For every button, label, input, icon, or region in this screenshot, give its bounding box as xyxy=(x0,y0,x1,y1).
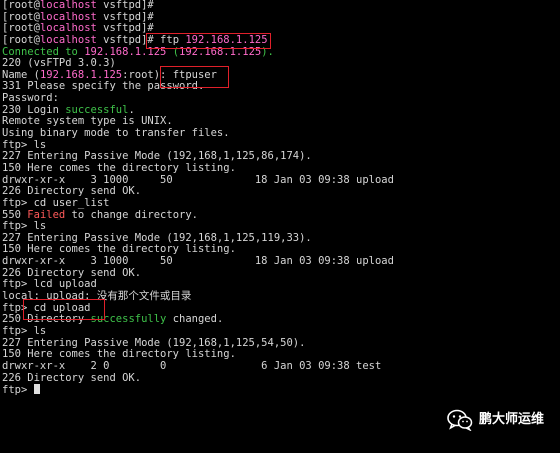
terminal-line: Using binary mode to transfer files. xyxy=(2,127,394,140)
highlight-box-username xyxy=(160,66,229,88)
terminal-text: ftp> ls xyxy=(2,138,47,151)
terminal-text: 227 Entering Passive Mode (192,168,1,125… xyxy=(2,231,312,244)
terminal-text: Using binary mode to transfer files. xyxy=(2,127,230,140)
terminal-text: 226 Directory send OK. xyxy=(2,371,142,384)
terminal-text: ftp> ls xyxy=(2,324,47,337)
terminal-text: 150 Here comes the directory listing. xyxy=(2,348,236,361)
terminal-text: ftp> lcd upload xyxy=(2,278,97,291)
terminal-text: vsftpd]# xyxy=(96,0,154,11)
terminal-text: ftp> ls xyxy=(2,220,47,233)
terminal-text: drwxr-xr-x 2 0 0 6 Jan 03 09:38 test xyxy=(2,359,382,372)
terminal-line: 226 Directory send OK. xyxy=(2,371,394,385)
terminal-text: localhost xyxy=(39,22,97,35)
wechat-icon xyxy=(447,409,473,431)
terminal-text: [root@ xyxy=(2,0,40,11)
terminal-output: [root@localhost vsftpd]# [root@localhost … xyxy=(2,0,394,396)
watermark-text: 鹏大师运维 xyxy=(478,412,544,428)
terminal-text: 550 xyxy=(2,208,28,221)
terminal-text: 226 Directory send OK. xyxy=(2,266,142,279)
terminal-text: to change directory. xyxy=(65,208,198,221)
terminal-text: 220 (vsFTPd 3.0.3) xyxy=(2,57,116,70)
highlight-box-cd-upload xyxy=(23,299,105,320)
terminal-text: [root@ xyxy=(2,10,40,23)
terminal-text: drwxr-xr-x 3 1000 50 18 Jan 03 09:38 upl… xyxy=(2,255,394,268)
terminal-text: ftp> xyxy=(2,384,34,397)
terminal-text: Remote system type is UNIX. xyxy=(2,115,173,128)
terminal-text: 150 Here comes the directory listing. xyxy=(2,161,236,174)
terminal-text: localhost xyxy=(39,33,97,46)
terminal-text: drwxr-xr-x 3 1000 50 18 Jan 03 09:38 upl… xyxy=(2,173,394,186)
terminal-text: [root@ xyxy=(2,22,40,35)
terminal-text: . xyxy=(128,103,135,116)
terminal-text: 226 Directory send OK. xyxy=(2,185,142,198)
terminal-text: vsftpd]# xyxy=(96,10,154,23)
terminal-line: ftp> xyxy=(2,384,394,396)
terminal-text: 150 Here comes the directory listing. xyxy=(2,243,236,256)
terminal-text: localhost xyxy=(39,10,97,23)
terminal-text: 227 Entering Passive Mode (192,168,1,125… xyxy=(2,150,312,163)
terminal-cursor xyxy=(33,384,40,395)
terminal-text: 192.168.1.125 xyxy=(39,68,123,81)
terminal-text: Password: xyxy=(2,92,59,105)
terminal-text: 230 Login xyxy=(2,103,66,116)
terminal-text: 227 Entering Passive Mode (192,168,1,125… xyxy=(2,336,306,349)
terminal-text: Name ( xyxy=(2,68,40,81)
terminal-text: Connected to xyxy=(2,45,85,58)
watermark: 鹏大师运维 xyxy=(447,409,544,431)
terminal-text: localhost xyxy=(39,0,97,11)
terminal-line: 550 Failed to change directory. xyxy=(2,208,394,222)
terminal-text: ftp> cd user_list xyxy=(2,196,110,209)
terminal-text: changed. xyxy=(166,313,224,326)
terminal-text: [root@ xyxy=(2,33,40,46)
terminal-window[interactable]: [root@localhost vsftpd]# [root@localhost … xyxy=(0,0,560,453)
terminal-text: Failed xyxy=(27,208,66,221)
highlight-box-ftp-command xyxy=(146,33,271,49)
terminal-text: successful xyxy=(65,103,129,116)
